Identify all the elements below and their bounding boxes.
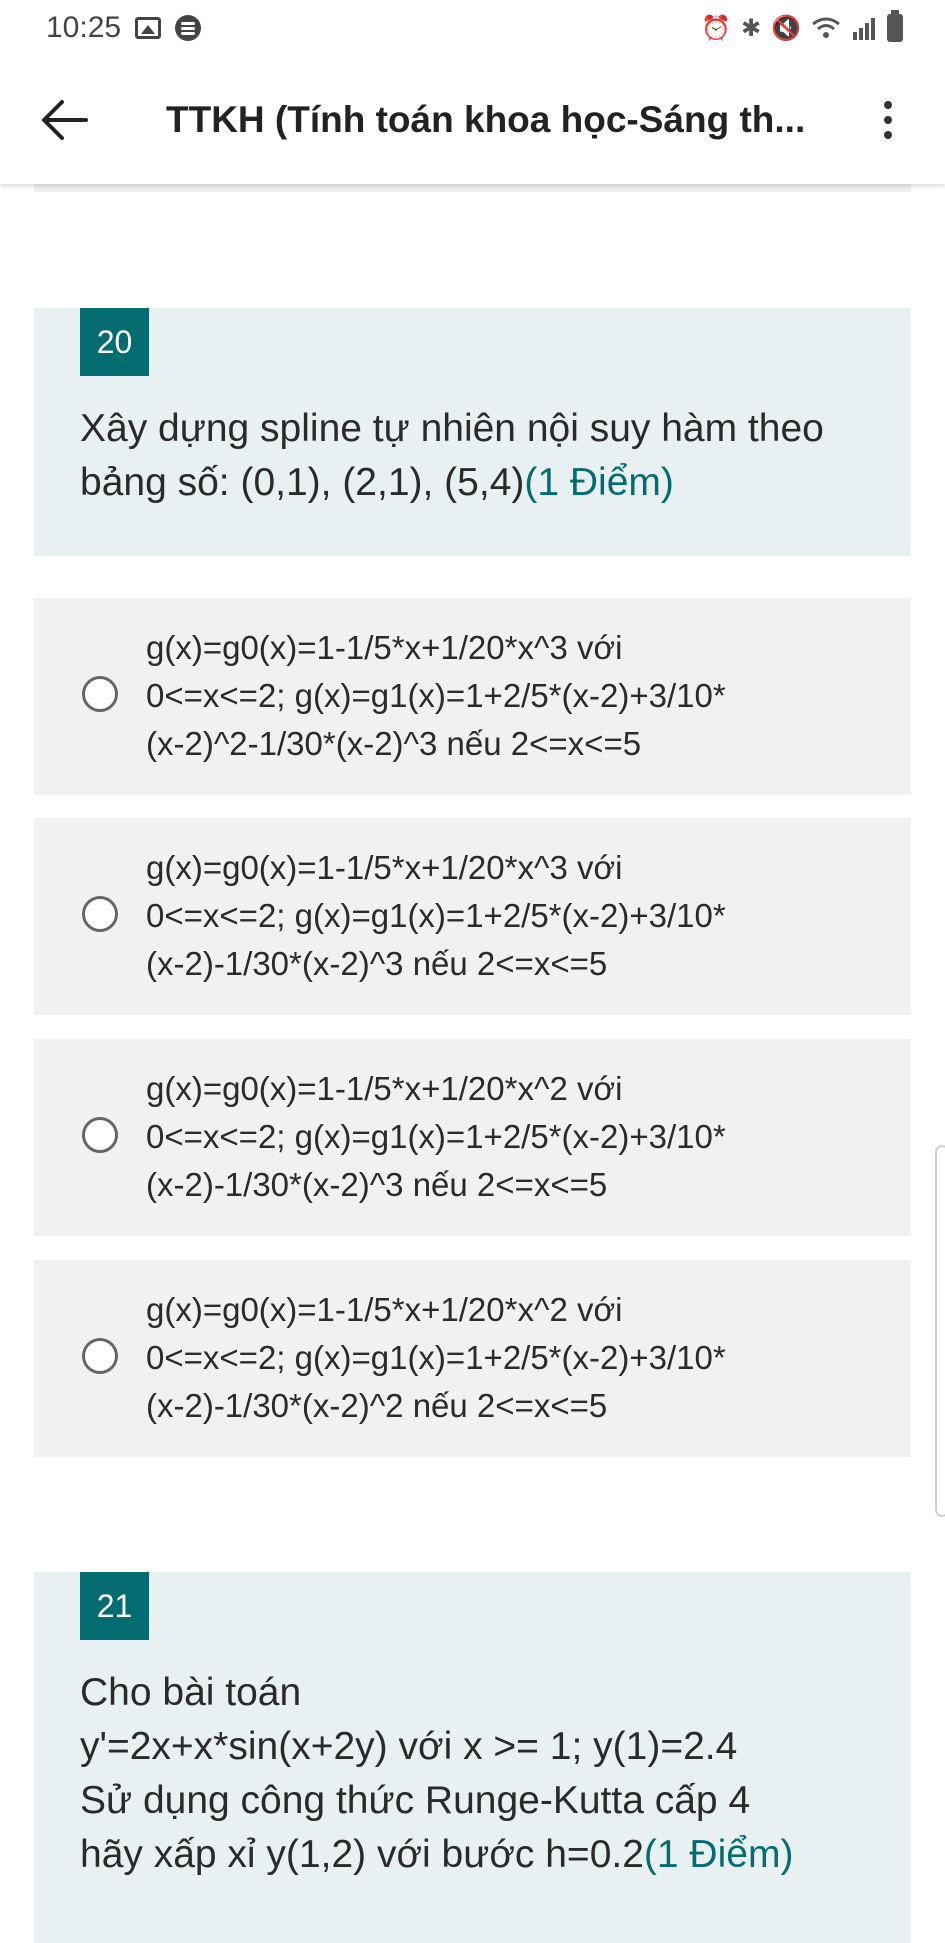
previous-option-edge xyxy=(34,184,911,192)
alarm-icon: ⏰ xyxy=(701,14,731,42)
question-line: Cho bài toán xyxy=(80,1671,302,1714)
signal-icon xyxy=(853,18,875,40)
question-text-body: Xây dựng spline tự nhiên nội suy hàm the… xyxy=(80,407,824,504)
page-title: TTKH (Tính toán khoa học-Sáng th... xyxy=(166,99,806,140)
radio-button[interactable] xyxy=(82,1338,118,1374)
bluetooth-icon: ✱ xyxy=(741,14,762,42)
arrow-left-icon xyxy=(42,100,88,140)
status-bar: 10:25 ⏰ ✱ 🔇 xyxy=(0,0,945,56)
app-bar: TTKH (Tính toán khoa học-Sáng th... xyxy=(0,56,945,184)
answer-option[interactable]: g(x)=g0(x)=1-1/5*x+1/20*x^2 với 0<=x<=2;… xyxy=(34,1260,911,1457)
more-vertical-icon xyxy=(884,101,892,109)
option-line: g(x)=g0(x)=1-1/5*x+1/20*x^3 với xyxy=(146,629,623,666)
status-right: ⏰ ✱ 🔇 xyxy=(701,10,903,43)
image-icon xyxy=(135,17,162,39)
question-text: Xây dựng spline tự nhiên nội suy hàm the… xyxy=(80,402,870,510)
battery-icon xyxy=(887,10,903,42)
option-text: g(x)=g0(x)=1-1/5*x+1/20*x^3 với 0<=x<=2;… xyxy=(146,624,906,768)
answer-option[interactable]: g(x)=g0(x)=1-1/5*x+1/20*x^2 với 0<=x<=2;… xyxy=(34,1039,911,1236)
spotify-icon xyxy=(175,15,202,41)
radio-button[interactable] xyxy=(82,896,118,932)
answer-option[interactable]: g(x)=g0(x)=1-1/5*x+1/20*x^3 với 0<=x<=2;… xyxy=(34,598,911,795)
question-card-20: 20 Xây dựng spline tự nhiên nội suy hàm … xyxy=(34,308,911,556)
question-points: (1 Điểm) xyxy=(643,1833,794,1876)
more-vertical-icon-dot xyxy=(884,131,892,139)
status-time: 10:25 xyxy=(46,11,122,44)
question-number: 20 xyxy=(80,308,149,376)
option-text: g(x)=g0(x)=1-1/5*x+1/20*x^2 với 0<=x<=2;… xyxy=(146,1065,906,1209)
question-line: hãy xấp xỉ y(1,2) với bước h=0.2(1 Điểm) xyxy=(80,1828,880,1882)
more-options-button[interactable] xyxy=(868,92,908,148)
option-text: g(x)=g0(x)=1-1/5*x+1/20*x^2 với 0<=x<=2;… xyxy=(146,1286,906,1430)
option-text: g(x)=g0(x)=1-1/5*x+1/20*x^3 với 0<=x<=2;… xyxy=(146,844,906,988)
question-line: y'=2x+x*sin(x+2y) với x >= 1; y(1)=2.4 xyxy=(80,1725,738,1768)
option-line: g(x)=g0(x)=1-1/5*x+1/20*x^3 với xyxy=(146,849,623,886)
option-line: (x-2)-1/30*(x-2)^2 nếu 2<=x<=5 xyxy=(146,1387,608,1424)
question-text: Cho bài toán y'=2x+x*sin(x+2y) với x >= … xyxy=(80,1666,880,1882)
option-line: g(x)=g0(x)=1-1/5*x+1/20*x^2 với xyxy=(146,1070,623,1107)
question-points: (1 Điểm) xyxy=(524,461,674,504)
radio-button[interactable] xyxy=(82,676,118,712)
question-card-21: 21 Cho bài toán y'=2x+x*sin(x+2y) với x … xyxy=(34,1572,911,1943)
radio-button[interactable] xyxy=(82,1117,118,1153)
answer-option[interactable]: g(x)=g0(x)=1-1/5*x+1/20*x^3 với 0<=x<=2;… xyxy=(34,818,911,1015)
wifi-icon xyxy=(812,17,840,38)
option-line: g(x)=g0(x)=1-1/5*x+1/20*x^2 với xyxy=(146,1291,623,1328)
question-line: Sử dụng công thức Runge-Kutta cấp 4 xyxy=(80,1779,751,1822)
option-line: 0<=x<=2; g(x)=g1(x)=1+2/5*(x-2)+3/10* xyxy=(146,1339,726,1376)
more-vertical-icon-dot xyxy=(884,116,892,124)
back-button[interactable] xyxy=(38,96,90,144)
option-line: (x-2)^2-1/30*(x-2)^3 nếu 2<=x<=5 xyxy=(146,725,642,762)
mute-icon: 🔇 xyxy=(771,14,801,42)
question-line-body: hãy xấp xỉ y(1,2) với bước h=0.2 xyxy=(80,1833,644,1876)
scrollbar-handle[interactable] xyxy=(935,1145,945,1517)
option-line: 0<=x<=2; g(x)=g1(x)=1+2/5*(x-2)+3/10* xyxy=(146,1118,726,1155)
option-line: (x-2)-1/30*(x-2)^3 nếu 2<=x<=5 xyxy=(146,945,608,982)
status-left: 10:25 xyxy=(46,11,202,45)
option-line: 0<=x<=2; g(x)=g1(x)=1+2/5*(x-2)+3/10* xyxy=(146,677,726,714)
question-number: 21 xyxy=(80,1572,149,1640)
option-line: 0<=x<=2; g(x)=g1(x)=1+2/5*(x-2)+3/10* xyxy=(146,897,726,934)
option-line: (x-2)-1/30*(x-2)^3 nếu 2<=x<=5 xyxy=(146,1166,608,1203)
